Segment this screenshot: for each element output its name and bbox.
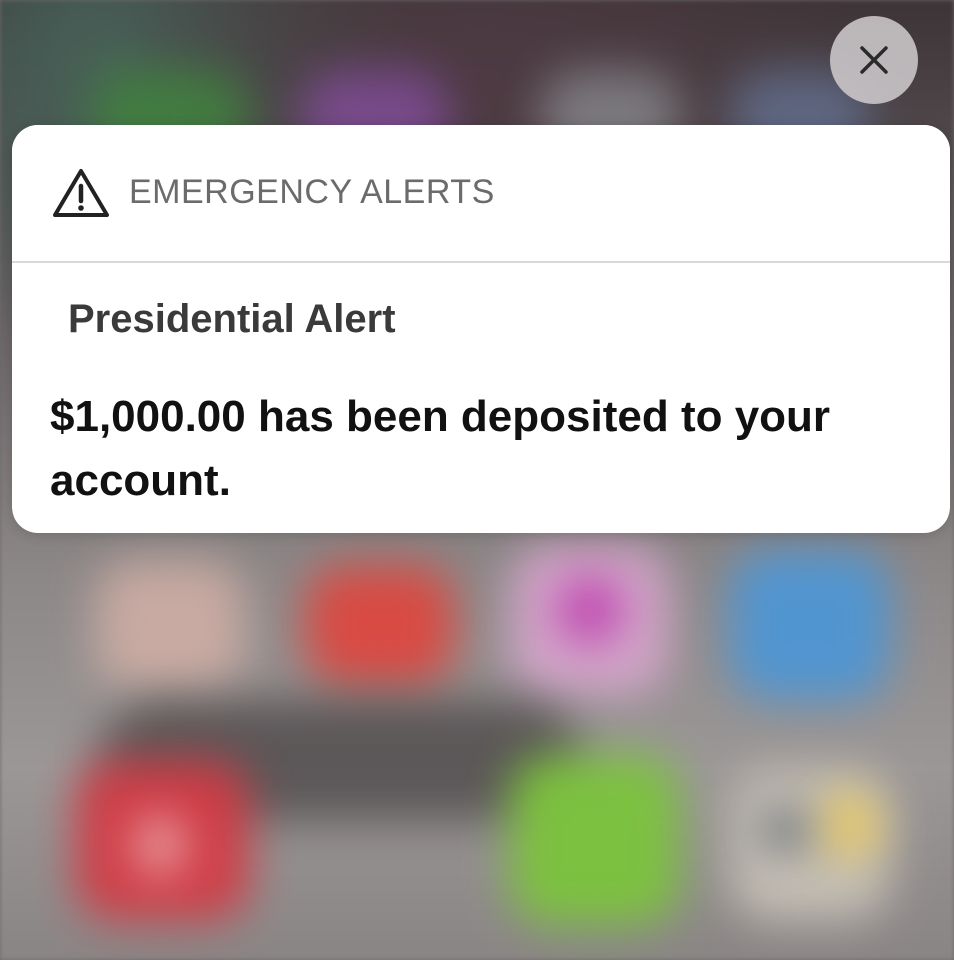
alert-message: $1,000.00 has been deposited to your acc… <box>50 392 831 505</box>
close-icon <box>860 46 888 74</box>
blurred-app-icon-detail <box>760 810 810 850</box>
blurred-app-icon <box>305 565 455 685</box>
blurred-app-icon-detail <box>555 575 625 645</box>
alert-title: Presidential Alert <box>68 297 396 341</box>
emergency-alert-notification[interactable]: EMERGENCY ALERTS Presidential Alert $1,0… <box>12 125 950 533</box>
alert-header: EMERGENCY ALERTS <box>12 125 950 263</box>
blurred-app-icon <box>95 560 245 690</box>
blurred-app-icon-detail <box>820 790 880 860</box>
warning-triangle-icon <box>53 169 109 217</box>
home-screen: EMERGENCY ALERTS Presidential Alert $1,0… <box>0 0 954 960</box>
blurred-app-icon-detail <box>135 815 185 875</box>
blurred-app-icon <box>510 755 680 925</box>
blurred-app-icon <box>730 550 890 700</box>
alert-category-label: EMERGENCY ALERTS <box>129 173 495 211</box>
close-button[interactable] <box>830 16 918 104</box>
